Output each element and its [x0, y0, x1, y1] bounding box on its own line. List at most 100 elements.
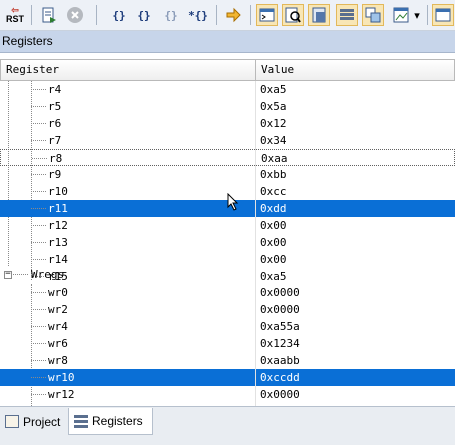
register-row[interactable]: r4 0xa5 [0, 81, 455, 98]
wreg-row[interactable]: wr12 0x0000 [0, 386, 455, 403]
register-value[interactable]: 0x00 [260, 234, 287, 251]
tree-line [31, 208, 46, 209]
wreg-row[interactable]: wr10 0xccdd [0, 369, 455, 386]
register-value[interactable]: 0x00 [260, 217, 287, 234]
register-value[interactable]: 0xdd [260, 200, 287, 217]
watch-window-button[interactable] [390, 4, 412, 26]
register-value[interactable]: 0xbb [260, 166, 287, 183]
registers-window-button[interactable] [336, 4, 358, 26]
wreg-row[interactable]: wr8 0xaabb [0, 352, 455, 369]
wreg-value[interactable]: 0x0000 [260, 386, 300, 403]
tree-line [31, 259, 46, 260]
register-row[interactable]: r13 0x00 [0, 234, 455, 251]
register-name: r12 [48, 219, 68, 232]
mouse-cursor-icon [227, 193, 239, 211]
step-into-icon: {} [112, 8, 126, 22]
step-into-button[interactable]: {} [108, 4, 130, 26]
watch-dropdown-button[interactable]: ▾ [412, 4, 422, 26]
tree-line [31, 106, 46, 107]
symbols-icon [312, 7, 326, 23]
watch-window-icon [393, 7, 409, 23]
register-row[interactable]: r5 0x5a [0, 98, 455, 115]
tree-line [32, 158, 47, 159]
register-name: r10 [48, 185, 68, 198]
tree-line [31, 191, 46, 192]
tree-group-label: Wregs [31, 268, 65, 281]
wreg-value[interactable]: 0x0000 [260, 284, 300, 301]
toolbar-separator [250, 5, 251, 25]
tab-registers[interactable]: Registers [68, 408, 153, 435]
run-button[interactable] [38, 4, 60, 26]
reset-button[interactable]: ⇦ RST [4, 4, 26, 26]
register-name: r13 [48, 236, 68, 249]
wreg-value[interactable]: 0xa55a [260, 318, 300, 335]
call-stack-window-button[interactable] [362, 4, 384, 26]
wreg-value[interactable]: 0x1234 [260, 335, 300, 352]
tree-line [31, 377, 46, 378]
step-over-button[interactable]: {} [133, 4, 155, 26]
stop-button[interactable] [64, 4, 86, 26]
register-column-header[interactable]: Register [0, 59, 256, 81]
tree-line [31, 343, 46, 344]
registers-icon [74, 414, 88, 428]
register-row[interactable]: r6 0x12 [0, 115, 455, 132]
wreg-name: wr0 [48, 286, 68, 299]
symbols-window-button[interactable] [308, 4, 330, 26]
register-value[interactable]: 0x34 [260, 132, 287, 149]
register-value[interactable]: 0x12 [260, 115, 287, 132]
tree-line [31, 174, 46, 175]
register-row[interactable]: r8 0xaa [0, 149, 455, 166]
tree-line [31, 292, 46, 293]
project-icon [5, 415, 19, 428]
wreg-value[interactable]: 0x0000 [260, 301, 300, 318]
tree-line [31, 123, 46, 124]
register-value[interactable]: 0xa5 [260, 81, 287, 98]
tree-line [31, 394, 46, 395]
tree-line [31, 89, 46, 90]
memory-window-icon [435, 8, 451, 22]
run-to-cursor-button[interactable]: *{} [187, 4, 209, 26]
wreg-name: wr2 [48, 303, 68, 316]
wreg-row[interactable]: wr2 0x0000 [0, 301, 455, 318]
tree-line [31, 225, 46, 226]
register-name: r11 [48, 202, 68, 215]
wreg-value[interactable]: 0xaabb [260, 352, 300, 369]
tab-project[interactable]: Project [0, 408, 66, 435]
register-name: r7 [48, 134, 62, 147]
wreg-name: wr6 [48, 337, 68, 350]
toolbar-separator [216, 5, 217, 25]
step-out-button[interactable]: {} [160, 4, 182, 26]
register-value[interactable]: 0xcc [260, 183, 287, 200]
step-over-icon: {} [137, 8, 151, 22]
wreg-name: wr4 [48, 320, 68, 333]
toolbar-separator [96, 5, 97, 25]
tree-line [31, 309, 46, 310]
wreg-name: wr12 [48, 388, 75, 401]
register-name: r6 [48, 117, 62, 130]
register-value[interactable]: 0x5a [260, 98, 287, 115]
collapse-icon[interactable]: − [4, 270, 12, 279]
tree-group-wregs[interactable]: − Wregs [0, 266, 455, 283]
toolbar-separator [31, 5, 32, 25]
tree-line [31, 360, 46, 361]
wreg-name: wr10 [48, 371, 75, 384]
register-name: r5 [48, 100, 62, 113]
register-row[interactable]: r12 0x00 [0, 217, 455, 234]
bottom-tab-bar: Project Registers [0, 406, 455, 445]
register-value[interactable]: 0xaa [261, 150, 288, 167]
memory-window-button[interactable] [432, 4, 454, 26]
disassembly-window-button[interactable] [282, 4, 304, 26]
register-row[interactable]: r9 0xbb [0, 166, 455, 183]
column-divider [255, 81, 256, 406]
wreg-row[interactable]: wr4 0xa55a [0, 318, 455, 335]
disassembly-icon [285, 7, 301, 23]
wreg-row[interactable]: wr6 0x1234 [0, 335, 455, 352]
wreg-value[interactable]: 0xccdd [260, 369, 300, 386]
value-column-header[interactable]: Value [255, 59, 455, 81]
command-window-button[interactable] [256, 4, 278, 26]
arrow-right-icon [226, 7, 241, 23]
register-row[interactable]: r7 0x34 [0, 132, 455, 149]
show-next-statement-button[interactable] [222, 4, 244, 26]
wreg-row[interactable]: wr0 0x0000 [0, 284, 455, 301]
register-name: r9 [48, 168, 62, 181]
